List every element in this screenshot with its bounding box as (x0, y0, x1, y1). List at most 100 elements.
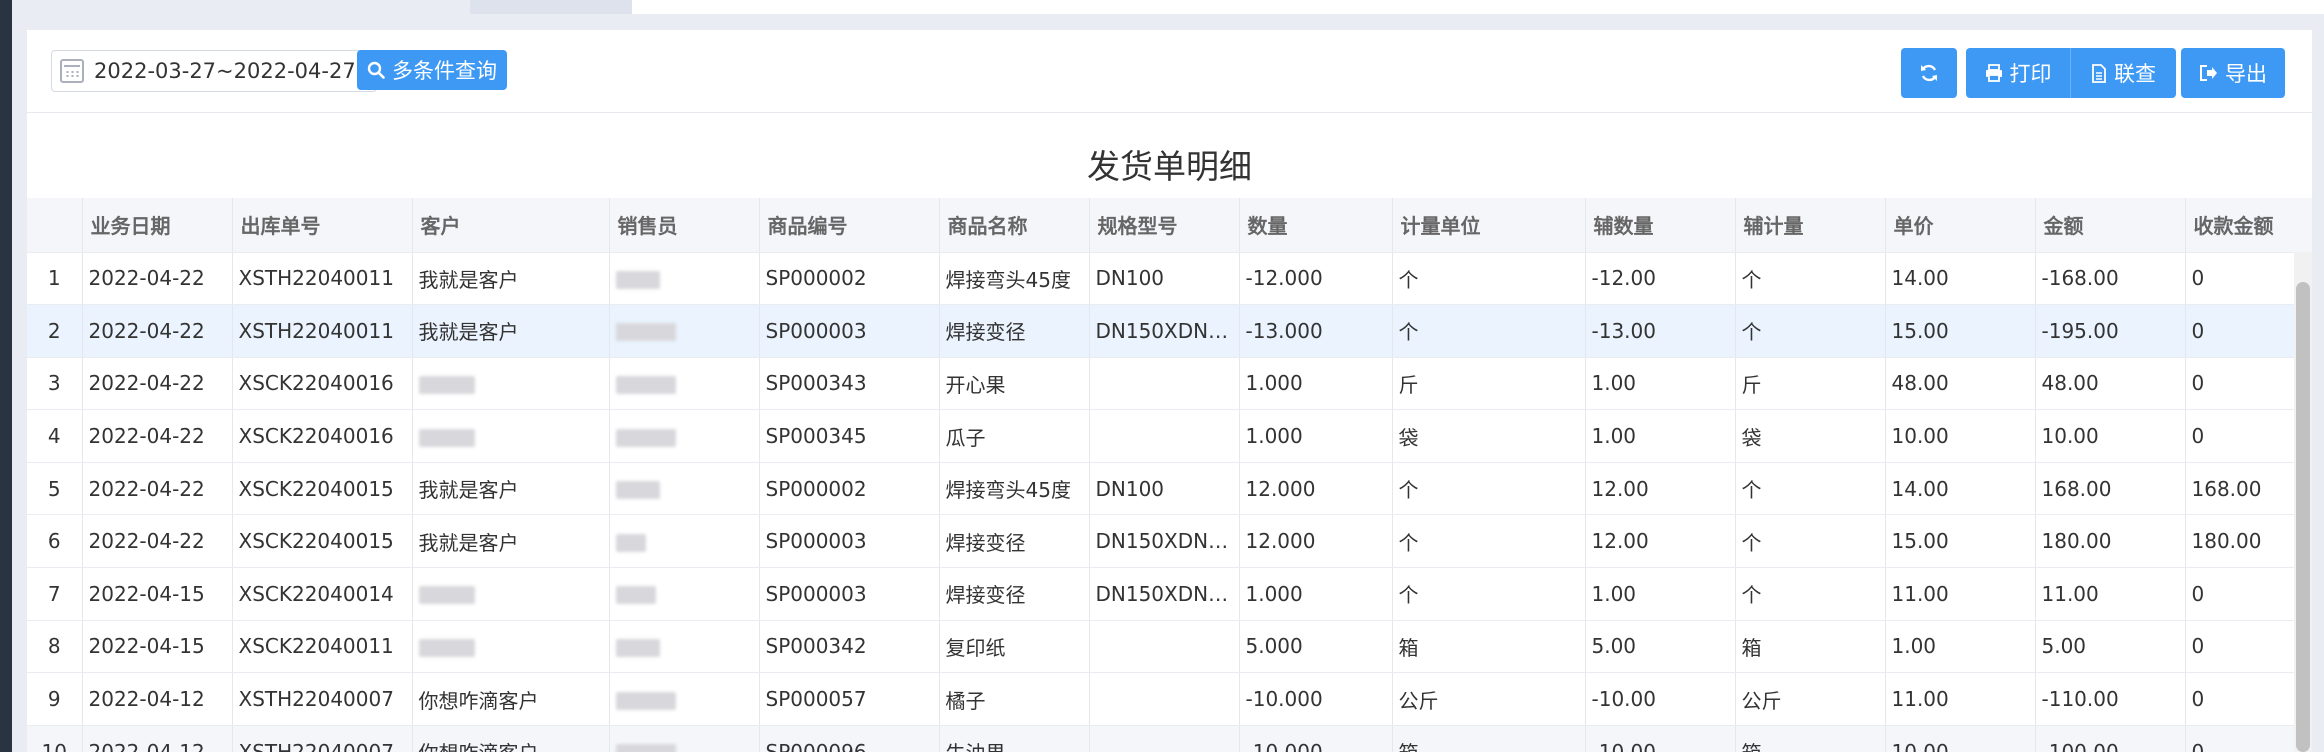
cell-spec: DN150XDN1... (1089, 304, 1240, 358)
cell-index: 4 (27, 409, 83, 463)
col-header-amount[interactable]: 金额 (2035, 198, 2186, 253)
cell-product-code: SP000345 (759, 409, 940, 463)
cell-unit: 个 (1392, 304, 1586, 358)
cell-spec (1089, 725, 1240, 752)
cell-amount: 10.00 (2035, 409, 2186, 463)
cell-salesperson (609, 620, 760, 674)
cell-aux-qty: 1.00 (1585, 357, 1736, 411)
cell-amount: 180.00 (2035, 514, 2186, 569)
cell-salesperson (609, 672, 760, 726)
col-header-customer[interactable]: 客户 (412, 198, 610, 253)
col-header-salesperson[interactable]: 销售员 (609, 198, 760, 253)
table-row[interactable]: 102022-04-12XSTH22040007你想咋滴客户 SP000096牛油… (27, 725, 2312, 752)
cell-aux-qty: 5.00 (1585, 620, 1736, 674)
cell-customer: 你想咋滴客户 (412, 672, 610, 726)
col-header-date[interactable]: 业务日期 (82, 198, 233, 253)
table-row[interactable]: 8 2022-04-15 XSCK22040011 SP000342 复印纸 5.000 箱… (27, 620, 2312, 674)
table-row[interactable]: 3 2022-04-22 XSCK22040016 SP000343 开心果 1.000 斤… (27, 357, 2312, 411)
export-button[interactable]: 导出 (2181, 48, 2285, 98)
scrollbar-thumb[interactable] (2296, 282, 2310, 752)
cell-aux-unit: 袋 (1735, 409, 1886, 463)
cell-unit: 个 (1392, 514, 1586, 569)
cell-aux-qty: -13.00 (1585, 304, 1736, 358)
cell-customer (412, 357, 610, 411)
cell-index: 7 (27, 567, 83, 621)
cell-received: 0 (2185, 725, 2312, 752)
report-panel: 2022-03-27~2022-04-27 多条件查询 打印 联查 导出 发货单… (27, 30, 2312, 752)
table-row[interactable]: 6 2022-04-22 XSCK22040015 我就是客户 SP000003 焊接变径… (27, 514, 2312, 569)
cell-aux-qty: 1.00 (1585, 567, 1736, 621)
redacted-salesperson (615, 481, 660, 500)
redacted-salesperson (615, 744, 676, 752)
cell-received: 0 (2185, 672, 2312, 726)
cell-qty: 12.000 (1239, 462, 1393, 516)
cell-salesperson (609, 304, 760, 358)
col-header-aux-unit[interactable]: 辅计量 (1735, 198, 1886, 253)
redacted-salesperson (615, 270, 660, 289)
col-header-index (27, 198, 83, 253)
cell-date: 2022-04-22 (82, 462, 233, 516)
cell-product-name: 焊接变径 (939, 514, 1090, 569)
cell-received: 180.00 (2185, 514, 2312, 569)
col-header-received[interactable]: 收款金额 (2185, 198, 2312, 253)
col-header-product-name[interactable]: 商品名称 (939, 198, 1090, 253)
cell-product-code: SP000343 (759, 357, 940, 411)
cell-received: 0 (2185, 409, 2312, 463)
cell-index: 5 (27, 462, 83, 516)
print-button-label: 打印 (2009, 62, 2052, 86)
col-header-price[interactable]: 单价 (1885, 198, 2036, 253)
cell-order: XSCK22040011 (232, 620, 413, 674)
cell-amount: -195.00 (2035, 304, 2186, 358)
cell-unit: 个 (1392, 567, 1586, 621)
cell-date: 2022-04-12 (82, 672, 233, 726)
cell-received: 168.00 (2185, 462, 2312, 516)
table-row[interactable]: 2 2022-04-22 XSTH22040011 我就是客户 SP000003 焊接变径… (27, 304, 2312, 358)
col-header-spec[interactable]: 规格型号 (1089, 198, 1240, 253)
multi-condition-search-button[interactable]: 多条件查询 (357, 50, 507, 90)
redacted-salesperson (615, 586, 656, 605)
cell-date: 2022-04-22 (82, 514, 233, 569)
cell-index: 6 (27, 514, 83, 569)
linked-query-button[interactable]: 联查 (2071, 48, 2176, 98)
calendar-icon (60, 59, 84, 83)
cell-aux-qty: -10.00 (1585, 725, 1736, 752)
cell-index: 9 (27, 672, 83, 726)
cell-index: 1 (27, 252, 83, 306)
cell-date: 2022-04-22 (82, 357, 233, 411)
print-button[interactable]: 打印 (1966, 48, 2071, 98)
cell-product-name: 牛油果 (939, 725, 1090, 752)
table-vertical-scrollbar[interactable] (2294, 252, 2312, 752)
top-tab-active[interactable] (470, 0, 632, 14)
cell-index: 8 (27, 620, 83, 674)
cell-date: 2022-04-15 (82, 567, 233, 621)
col-header-qty[interactable]: 数量 (1239, 198, 1393, 253)
refresh-button[interactable] (1901, 48, 1957, 98)
cell-unit: 箱 (1392, 620, 1586, 674)
col-header-aux-qty[interactable]: 辅数量 (1585, 198, 1736, 253)
cell-aux-qty: 12.00 (1585, 462, 1736, 516)
table-row[interactable]: 4 2022-04-22 XSCK22040016 SP000345 瓜子 1.000 袋 1… (27, 409, 2312, 463)
cell-product-name: 焊接变径 (939, 304, 1090, 358)
table-row[interactable]: 1 2022-04-22 XSTH22040011 我就是客户 SP000002 焊接弯头… (27, 252, 2312, 306)
cell-order: XSTH22040011 (232, 304, 413, 358)
cell-price: 14.00 (1885, 462, 2036, 516)
app-left-strip (0, 0, 12, 752)
col-header-product-code[interactable]: 商品编号 (759, 198, 940, 253)
table-row[interactable]: 5 2022-04-22 XSCK22040015 我就是客户 SP000002 焊接弯头… (27, 462, 2312, 516)
cell-aux-qty: 1.00 (1585, 409, 1736, 463)
cell-spec (1089, 672, 1240, 726)
col-header-unit[interactable]: 计量单位 (1392, 198, 1586, 253)
cell-spec (1089, 357, 1240, 411)
cell-received: 0 (2185, 620, 2312, 674)
table-row[interactable]: 7 2022-04-15 XSCK22040014 SP000003 焊接变径 DN150… (27, 567, 2312, 621)
cell-order: XSCK22040015 (232, 462, 413, 516)
cell-customer: 我就是客户 (412, 252, 610, 306)
cell-product-code: SP000096 (759, 725, 940, 752)
redacted-customer (418, 586, 475, 605)
table-row[interactable]: 9 2022-04-12 XSTH22040007 你想咋滴客户 SP000057 橘子 -… (27, 672, 2312, 726)
col-header-order[interactable]: 出库单号 (232, 198, 413, 253)
date-range-picker[interactable]: 2022-03-27~2022-04-27 (51, 50, 377, 92)
redacted-salesperson (615, 533, 646, 552)
cell-product-name: 焊接弯头45度 (939, 252, 1090, 306)
detail-table-wrap: 业务日期 出库单号 客户 销售员 商品编号 商品名称 规格型号 数量 计量单位 … (27, 198, 2312, 752)
